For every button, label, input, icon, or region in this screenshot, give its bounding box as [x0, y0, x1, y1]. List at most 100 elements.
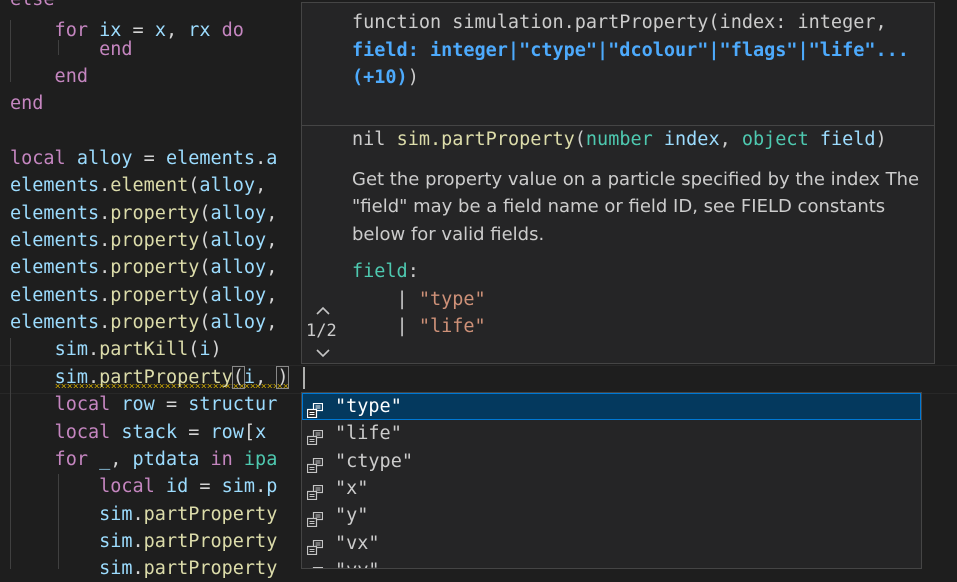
field-value: "type": [418, 288, 486, 310]
code-token: sim: [221, 476, 256, 497]
code-token: sim: [99, 504, 133, 525]
code-token: sim: [54, 367, 88, 388]
code-token: elements: [10, 312, 100, 333]
code-line[interactable]: sim.partProperty(i, ): [10, 364, 290, 391]
code-token: property: [110, 203, 200, 224]
code-token: partProperty: [143, 504, 278, 525]
code-line[interactable]: sim.partProperty: [10, 528, 277, 555]
code-line[interactable]: end: [10, 63, 88, 90]
chevron-up-icon[interactable]: [316, 301, 330, 320]
code-token: property: [110, 230, 200, 251]
doc-field-header: field:: [352, 258, 922, 286]
code-line[interactable]: elements.element(alloy,: [10, 172, 266, 199]
code-line[interactable]: local id = sim.p: [10, 473, 277, 500]
field-value: "life": [418, 316, 486, 337]
code-line[interactable]: else: [10, 0, 55, 13]
code-token: local: [10, 148, 66, 169]
code-line[interactable]: local row = structur: [10, 391, 278, 418]
enum-member-icon: [306, 536, 324, 556]
code-token: .: [99, 312, 111, 333]
code-line[interactable]: for _, ptdata in ipa: [10, 446, 278, 473]
suggestion-item[interactable]: "x": [302, 475, 921, 502]
code-token: ,: [266, 312, 278, 333]
code-token: elements: [10, 175, 100, 196]
code-line[interactable]: elements.property(alloy,: [10, 254, 277, 281]
open-paren: (: [574, 129, 586, 150]
code-token: ,: [266, 203, 278, 224]
code-token: .: [99, 257, 111, 278]
suggestion-label: "ctype": [335, 451, 413, 472]
signature-navigation: 1/2: [302, 3, 346, 363]
code-token: alloy: [210, 257, 267, 278]
code-token: elements: [165, 148, 256, 169]
doc-field-value: | "type": [352, 288, 486, 310]
code-line[interactable]: local stack = row[x: [10, 419, 267, 446]
suggestion-item[interactable]: "life": [302, 420, 921, 447]
code-token: .: [87, 339, 100, 360]
enum-member-icon: [306, 508, 324, 528]
code-token: alloy: [210, 230, 267, 251]
suggestion-label: "x": [335, 478, 369, 499]
code-token: alloy: [199, 175, 256, 196]
code-token: p: [266, 476, 278, 497]
suggestion-label: "vx": [335, 533, 380, 554]
code-token: (: [199, 285, 211, 306]
code-token: x: [154, 20, 166, 41]
signature-documentation: nil sim.partProperty(number index, objec…: [352, 126, 922, 341]
code-line[interactable]: sim.partKill(i): [10, 336, 222, 363]
code-line[interactable]: elements.property(alloy,: [10, 282, 277, 309]
code-token: (: [199, 203, 211, 224]
code-token: id: [154, 476, 189, 497]
code-token: .: [99, 285, 111, 306]
code-line[interactable]: sim.partProperty: [10, 501, 277, 528]
code-line[interactable]: end: [10, 36, 133, 63]
param-name: field: [819, 129, 876, 150]
code-token: stack: [110, 422, 178, 443]
code-line[interactable]: elements.property(alloy,: [10, 200, 277, 227]
code-token: elements: [10, 203, 100, 224]
code-token: =: [177, 422, 211, 443]
enum-member-icon: [307, 563, 324, 568]
code-token: (: [231, 366, 245, 389]
field-key: field: [352, 261, 408, 282]
signature-prefix: function simulation.partProperty(index: …: [352, 12, 898, 33]
code-token: ipa: [232, 449, 278, 470]
code-line[interactable]: elements.property(alloy,: [10, 227, 277, 254]
code-token: partProperty: [143, 531, 278, 552]
suggestion-item[interactable]: "vy": [302, 557, 921, 568]
code-token: elements: [10, 257, 100, 278]
suggestion-item[interactable]: "vx": [302, 530, 921, 557]
suggestion-item[interactable]: "type": [302, 393, 921, 420]
code-token: i: [243, 367, 256, 388]
code-line[interactable]: end: [10, 90, 43, 117]
code-token: property: [110, 257, 200, 278]
suggestion-item[interactable]: "y": [302, 502, 921, 529]
code-token: end: [10, 66, 88, 87]
code-token: end: [10, 93, 44, 114]
code-token: ,: [266, 285, 278, 306]
code-token: a: [266, 148, 278, 169]
active-parameter: field: integer|"ctype"|"dcolour"|"flags"…: [352, 39, 909, 89]
chevron-down-icon[interactable]: [316, 343, 330, 362]
code-line[interactable]: local alloy = elements.a: [10, 145, 277, 172]
code-token: _: [87, 449, 111, 470]
code-token: ,: [266, 257, 278, 278]
code-token: ,: [165, 20, 189, 41]
code-token: .: [255, 148, 267, 169]
doc-description: Get the property value on a particle spe…: [352, 168, 920, 245]
suggestion-item[interactable]: "ctype": [302, 448, 921, 475]
code-token: end: [10, 39, 133, 60]
code-line[interactable]: elements.property(alloy,: [10, 309, 277, 336]
field-colon: :: [407, 261, 419, 282]
suggestion-list[interactable]: "type" "life" "ctype" "x" "y" "vx" "vy": [301, 392, 922, 569]
suggestion-label: "life": [335, 423, 402, 444]
comma: ,: [719, 129, 742, 150]
code-token: (: [199, 257, 211, 278]
code-token: property: [110, 312, 200, 333]
code-token: ,: [255, 367, 278, 388]
code-token: .: [99, 175, 111, 196]
code-token: [: [243, 422, 256, 443]
